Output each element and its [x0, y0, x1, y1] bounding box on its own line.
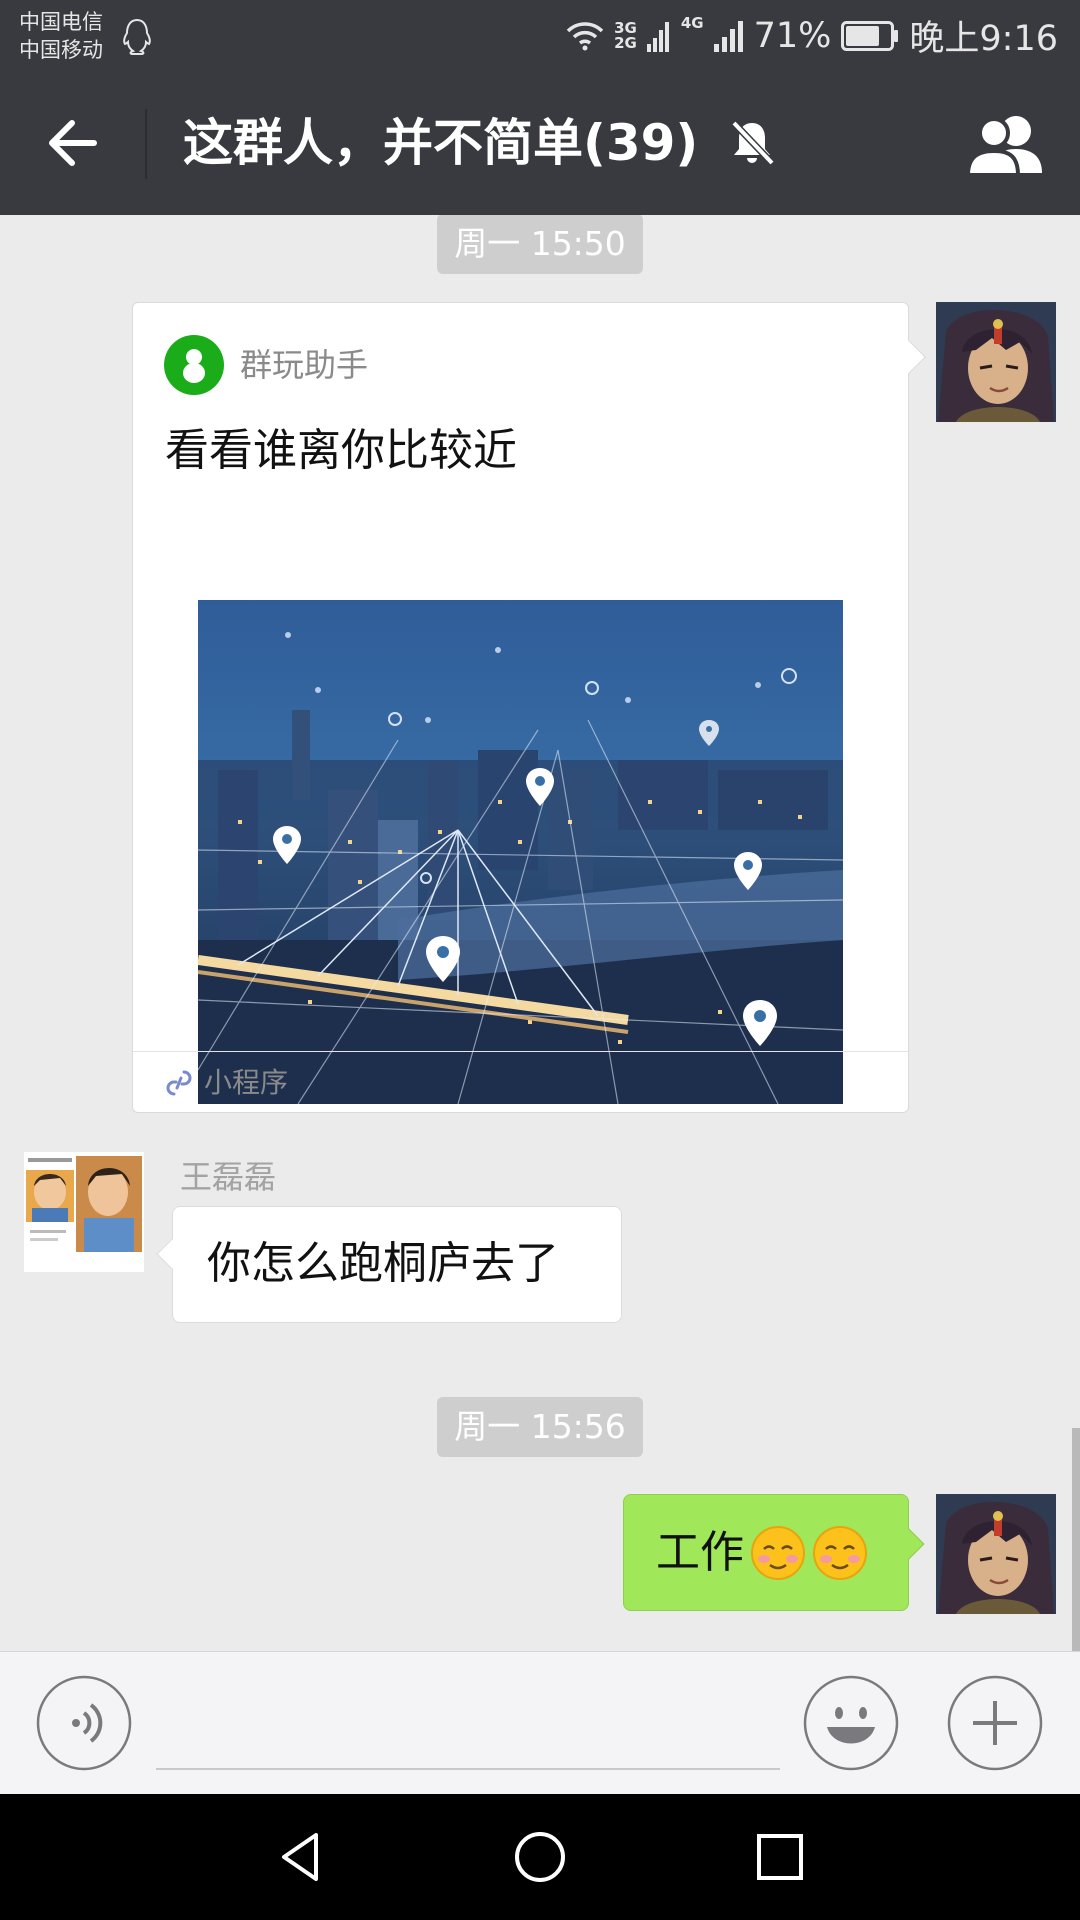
message-input[interactable]	[156, 1768, 780, 1770]
carrier-1: 中国电信	[19, 10, 103, 34]
miniprogram-card[interactable]: 群玩助手 看看谁离你比较近 小程序	[132, 302, 926, 1113]
miniprogram-label: 小程序	[204, 1066, 289, 1099]
scroll-indicator[interactable]	[1072, 1428, 1080, 1651]
system-nav-bar	[0, 1794, 1080, 1920]
bubble-tail	[156, 1238, 188, 1270]
network-type: 3G 2G	[614, 18, 637, 52]
battery-percent: 71%	[753, 15, 832, 56]
signal-icon-1	[646, 21, 669, 52]
status-bar: 中国电信 中国移动 3G 2G 4G 71% 晚上9:16	[0, 0, 1080, 71]
plus-icon[interactable]	[947, 1675, 1043, 1771]
voice-icon[interactable]	[36, 1675, 132, 1771]
message-list[interactable]: 周一 15:50 群玩助手 看看谁离你比较近 小程序 王磊磊 你怎么跑桐庐去了 …	[0, 215, 1080, 1651]
signal-icon-2	[713, 20, 743, 52]
avatar-sender[interactable]	[24, 1152, 144, 1272]
avatar-self[interactable]	[936, 1494, 1056, 1614]
miniprogram-app-name: 群玩助手	[240, 346, 369, 384]
miniprogram-card-title: 看看谁离你比较近	[165, 425, 517, 476]
chat-header: 这群人，并不简单(39)	[0, 71, 1080, 215]
clock: 晚上9:16	[909, 19, 1058, 59]
group-members-icon[interactable]	[964, 111, 1048, 179]
incoming-message-text: 你怎么跑桐庐去了	[207, 1238, 559, 1289]
header-divider	[145, 109, 147, 179]
bubble-tail	[893, 1528, 925, 1560]
outgoing-message-bubble[interactable]: 工作	[623, 1494, 925, 1611]
card-footer: 小程序	[133, 1051, 908, 1112]
battery-icon	[841, 20, 899, 51]
miniprogram-logo-icon	[164, 335, 224, 395]
qq-penguin-icon	[123, 18, 151, 55]
bell-off-icon	[731, 120, 775, 166]
avatar-child-photo	[24, 1152, 144, 1272]
wifi-icon	[566, 21, 604, 50]
card-tail	[892, 340, 926, 374]
timestamp-badge: 周一 15:50	[437, 215, 643, 274]
input-bar	[0, 1651, 1080, 1794]
blushing-face-emoji-icon	[813, 1525, 867, 1580]
avatar-self[interactable]	[936, 302, 1056, 422]
outgoing-message-text: 工作	[656, 1526, 744, 1578]
status-indicators: 3G 2G 4G 71% 晚上9:16	[566, 0, 1058, 71]
chat-title: 这群人，并不简单(39)	[183, 114, 699, 172]
blushing-face-emoji-icon	[751, 1525, 805, 1580]
link-icon	[166, 1070, 192, 1096]
incoming-message-bubble[interactable]: 你怎么跑桐庐去了	[156, 1206, 622, 1323]
carrier-labels: 中国电信 中国移动	[19, 8, 103, 64]
city-map-image	[198, 600, 843, 1104]
nav-recents-icon[interactable]	[750, 1827, 810, 1887]
network-4g: 4G	[680, 14, 704, 32]
emoji-smile-icon[interactable]	[803, 1675, 899, 1771]
nav-home-icon[interactable]	[510, 1827, 570, 1887]
nav-back-icon[interactable]	[270, 1827, 330, 1887]
avatar-anime-portrait	[936, 302, 1056, 422]
avatar-anime-portrait	[936, 1494, 1056, 1614]
sender-name: 王磊磊	[180, 1158, 277, 1196]
back-arrow-icon[interactable]	[40, 111, 104, 175]
carrier-2: 中国移动	[19, 38, 103, 62]
timestamp-badge-2: 周一 15:56	[437, 1397, 643, 1457]
